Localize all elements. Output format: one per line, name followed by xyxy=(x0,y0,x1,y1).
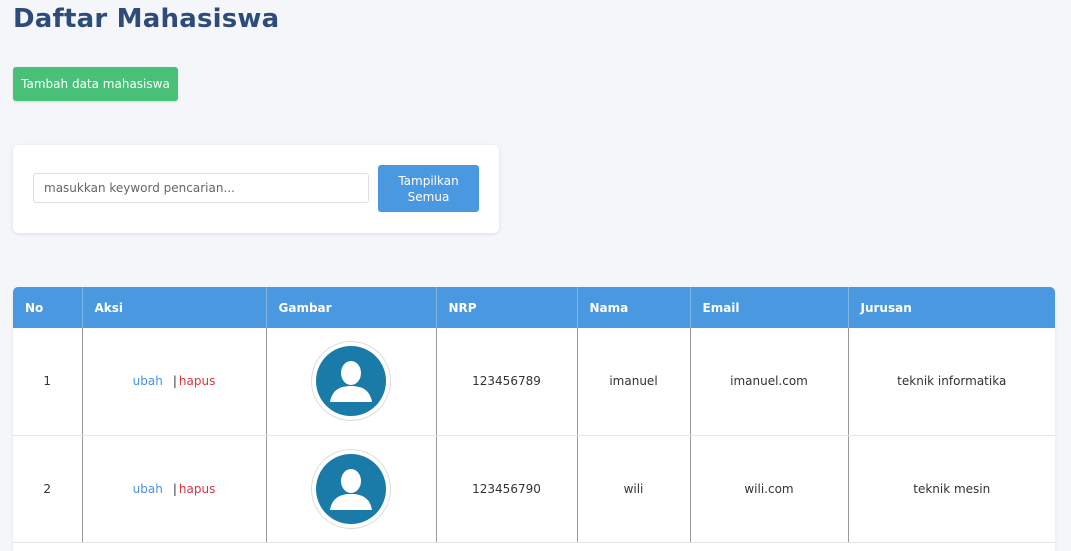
page: Daftar Mahasiswa Tambah data mahasiswa T… xyxy=(0,0,1071,551)
header-nrp: NRP xyxy=(436,287,578,328)
header-gambar: Gambar xyxy=(266,287,437,328)
cell-actions: ubah | hapus xyxy=(82,328,267,436)
cell-email: imanuel.com xyxy=(690,328,849,436)
header-jurusan: Jurusan xyxy=(848,287,1055,328)
header-aksi: Aksi xyxy=(82,287,267,328)
action-separator: | xyxy=(172,481,177,496)
search-card: Tampilkan Semua xyxy=(13,145,499,233)
search-input[interactable] xyxy=(33,173,369,203)
show-all-button[interactable]: Tampilkan Semua xyxy=(378,165,479,212)
header-no: No xyxy=(13,287,83,328)
user-avatar-icon xyxy=(312,342,390,421)
add-student-button[interactable]: Tambah data mahasiswa xyxy=(13,67,178,101)
cell-jurusan: teknik informatika xyxy=(848,328,1055,436)
cell-no: 2 xyxy=(13,435,83,543)
cell-nrp: 123456790 xyxy=(436,435,578,543)
table-row: 2 ubah | hapus 123456790 wili wili.com t… xyxy=(13,435,1055,543)
action-separator: | xyxy=(172,374,177,389)
delete-link[interactable]: hapus xyxy=(179,374,215,388)
cell-nama: wili xyxy=(577,435,691,543)
edit-link[interactable]: ubah xyxy=(133,374,163,388)
cell-image xyxy=(266,328,437,436)
cell-email: wili.com xyxy=(690,435,849,543)
header-nama: Nama xyxy=(577,287,691,328)
delete-link[interactable]: hapus xyxy=(179,482,215,496)
cell-actions: ubah | hapus xyxy=(82,435,267,543)
edit-link[interactable]: ubah xyxy=(133,482,163,496)
user-avatar-icon xyxy=(312,449,390,528)
table-row: 1 ubah | hapus 123456789 imanuel imanuel… xyxy=(13,328,1055,436)
page-title: Daftar Mahasiswa xyxy=(13,4,280,34)
student-table: No Aksi Gambar NRP Nama Email Jurusan 1 … xyxy=(13,287,1055,543)
cell-nama: imanuel xyxy=(577,328,691,436)
table-header-row: No Aksi Gambar NRP Nama Email Jurusan xyxy=(13,287,1055,328)
cell-image xyxy=(266,435,437,543)
cell-nrp: 123456789 xyxy=(436,328,578,436)
header-email: Email xyxy=(690,287,849,328)
cell-jurusan: teknik mesin xyxy=(848,435,1055,543)
student-table-container: No Aksi Gambar NRP Nama Email Jurusan 1 … xyxy=(13,287,1055,551)
cell-no: 1 xyxy=(13,328,83,436)
